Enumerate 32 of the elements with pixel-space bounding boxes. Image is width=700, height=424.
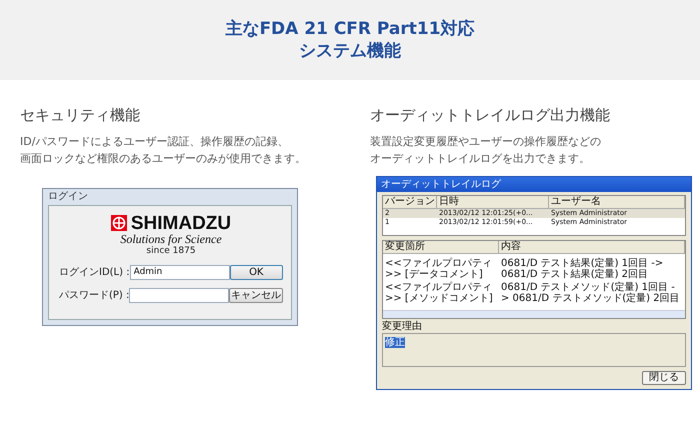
scrollbar[interactable]	[383, 310, 685, 318]
dialog-button[interactable]: OK	[230, 264, 283, 280]
logo-since: since 1875	[146, 246, 196, 257]
section-description: ID/パスワードによるユーザー認証、操作履歴の記録、 画面ロックなど権限のあるユーザーのみが使用できます。	[20, 134, 307, 168]
window-title: オーディットトレイルログ	[377, 176, 691, 192]
field-label: ログインID(L) :	[59, 266, 130, 280]
reason-text: 修正	[385, 336, 405, 348]
column-header[interactable]: ユーザー名	[549, 196, 685, 208]
table-cell-text: 0681/D テスト結果(定量) 1回目 -> 0681/D テスト結果(定量) 2回目	[500, 258, 664, 280]
table-cell-text: <<ファイルプロパティ>> [メソッドコメント]	[384, 282, 494, 304]
section-description: 装置設定変更履歴やユーザーの操作履歴などの オーディットトレイルログを出力できます。	[370, 134, 602, 168]
column-header[interactable]: 日時	[437, 196, 549, 208]
column-header[interactable]: 変更箇所	[383, 240, 499, 253]
logo-wordmark: SHIMADZU	[130, 214, 232, 233]
section-heading: オーディットトレイルログ出力機能	[370, 105, 611, 126]
input-field[interactable]: Admin	[130, 264, 230, 280]
dialog-button[interactable]: キャンセル	[229, 288, 283, 303]
page-title: システム機能	[299, 40, 401, 62]
input-field[interactable]	[129, 288, 230, 303]
close-button[interactable]: 閉じる	[642, 370, 686, 385]
column-header[interactable]: 内容	[499, 240, 685, 253]
logo-mark-icon	[110, 215, 127, 232]
window-title: ログイン	[48, 190, 89, 204]
page-title: 主なFDA 21 CFR Part11対応	[225, 18, 475, 40]
table-cell-text: <<ファイルプロパティ>> [データコメント]	[384, 258, 493, 280]
field-label: パスワード(P) :	[59, 288, 130, 303]
reason-label: 変更理由	[382, 320, 423, 333]
reason-field[interactable]: 修正	[382, 332, 686, 367]
column-header[interactable]: バージョン	[383, 196, 437, 208]
table-cell-text: 0681/D テストメソッド(定量) 1回目 -> 0681/D テストメソッド(定量) 2回目	[500, 282, 681, 304]
section-heading: セキュリティ機能	[20, 105, 141, 126]
logo-tagline: Solutions for Science	[120, 232, 222, 246]
